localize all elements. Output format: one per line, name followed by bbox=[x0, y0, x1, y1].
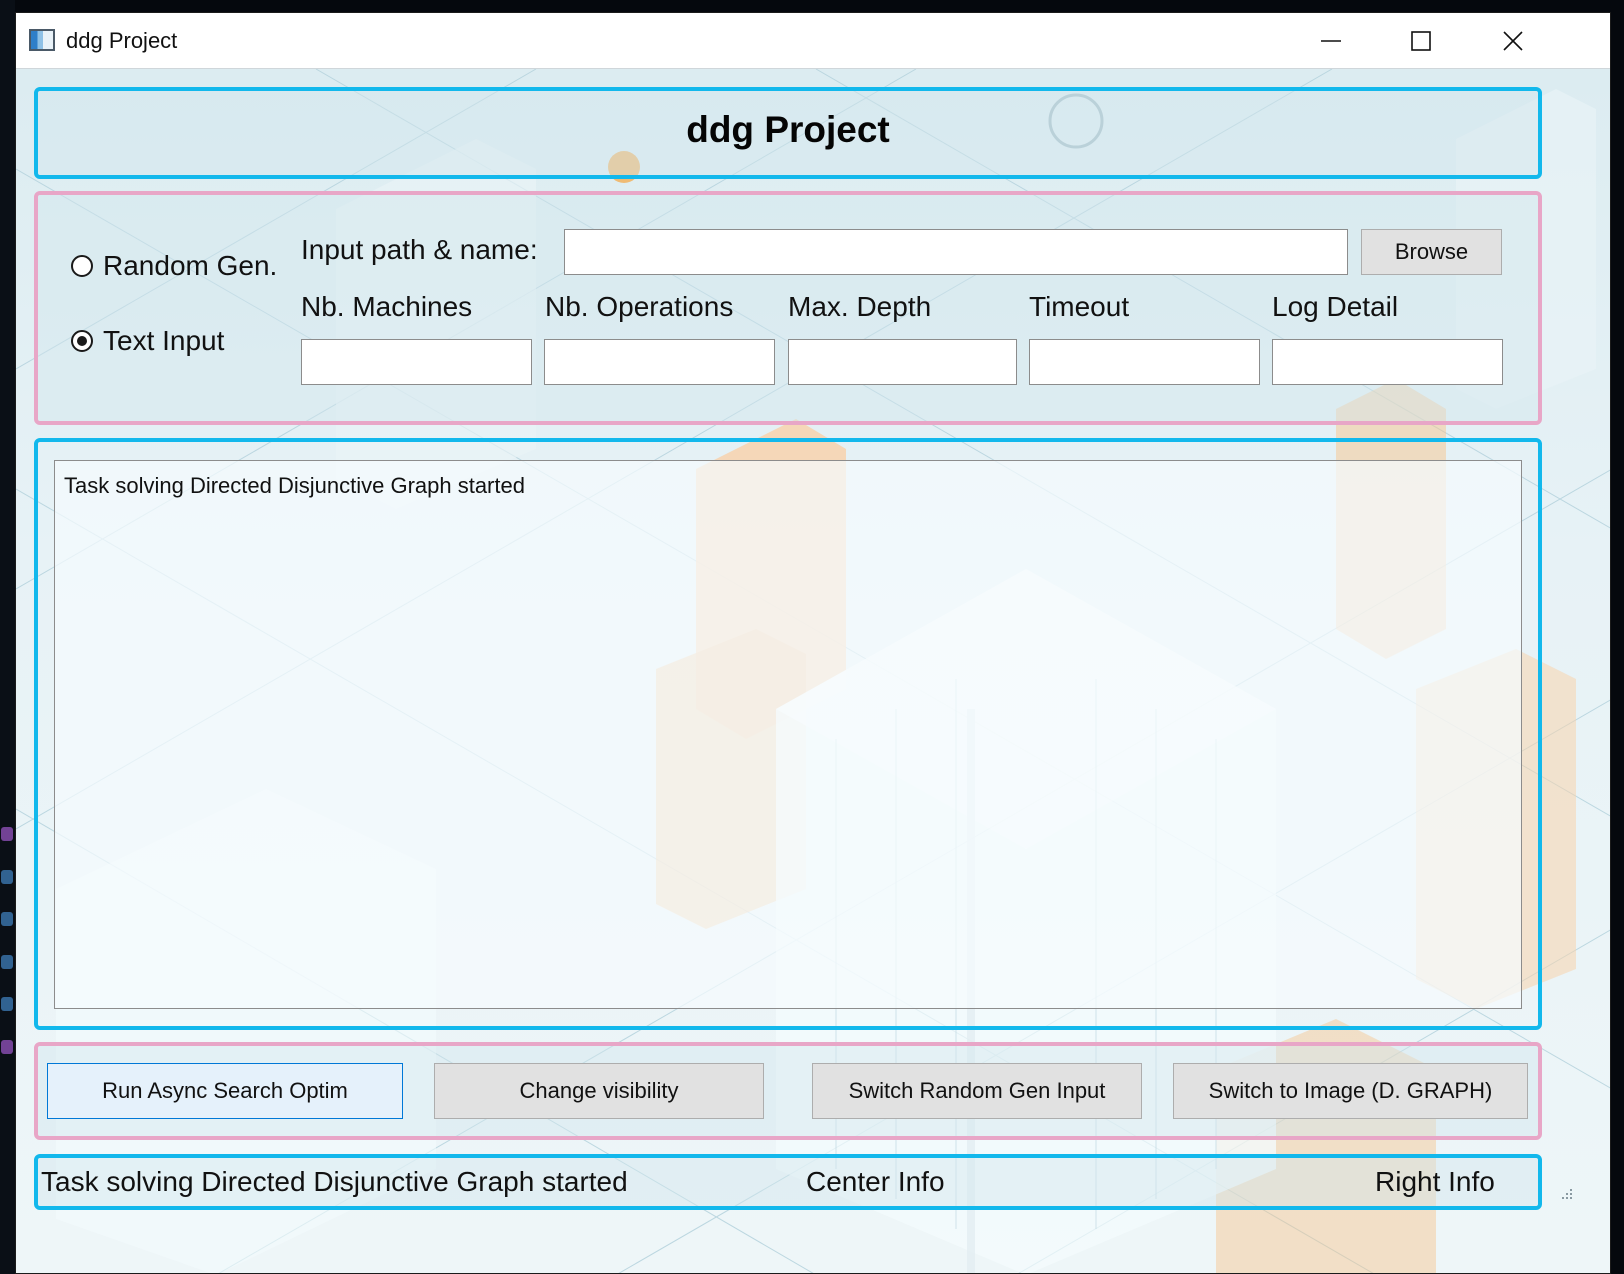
change-visibility-button[interactable]: Change visibility bbox=[434, 1063, 764, 1119]
status-center-text: Center Info bbox=[806, 1166, 945, 1197]
nb-machines-field[interactable] bbox=[301, 339, 532, 385]
radio-label: Text Input bbox=[103, 325, 225, 356]
log-detail-field[interactable] bbox=[1272, 339, 1503, 385]
run-async-search-button[interactable]: Run Async Search Optim bbox=[47, 1063, 403, 1119]
max-depth-field[interactable] bbox=[788, 339, 1017, 385]
browse-button[interactable]: Browse bbox=[1361, 229, 1502, 275]
app-window: ddg Project ddg Project Random Gen. Text… bbox=[15, 12, 1611, 1274]
page-title: ddg Project bbox=[686, 109, 890, 150]
nb-machines-label: Nb. Machines bbox=[301, 291, 473, 322]
desktop-background-strip bbox=[0, 0, 15, 1274]
switch-random-gen-input-button[interactable]: Switch Random Gen Input bbox=[812, 1063, 1142, 1119]
client-area: ddg Project Random Gen. Text Input Input… bbox=[16, 69, 1610, 1273]
status-right-text: Right Info bbox=[1375, 1166, 1495, 1197]
close-button[interactable] bbox=[1468, 13, 1558, 69]
python-icon bbox=[1, 997, 13, 1011]
image-icon bbox=[1, 1040, 13, 1054]
input-path-field[interactable] bbox=[564, 229, 1348, 275]
close-icon bbox=[1503, 31, 1523, 51]
header-panel: ddg Project bbox=[34, 87, 1542, 179]
log-output-textarea[interactable]: Task solving Directed Disjunctive Graph … bbox=[54, 460, 1522, 1009]
status-left-text: Task solving Directed Disjunctive Graph … bbox=[41, 1166, 628, 1197]
app-icon bbox=[29, 29, 55, 51]
python-icon bbox=[1, 912, 13, 926]
window-title: ddg Project bbox=[66, 28, 178, 53]
python-icon bbox=[1, 955, 13, 969]
python-icon bbox=[1, 870, 13, 884]
image-icon bbox=[1, 827, 13, 841]
random-gen-radio[interactable]: Random Gen. bbox=[71, 250, 277, 282]
minimize-button[interactable] bbox=[1286, 13, 1376, 69]
switch-to-image-button[interactable]: Switch to Image (D. GRAPH) bbox=[1173, 1063, 1528, 1119]
nb-operations-label: Nb. Operations bbox=[545, 291, 734, 322]
radio-label: Random Gen. bbox=[103, 250, 278, 281]
nb-operations-field[interactable] bbox=[544, 339, 775, 385]
radio-indicator-selected bbox=[71, 330, 93, 352]
timeout-field[interactable] bbox=[1029, 339, 1260, 385]
timeout-label: Timeout bbox=[1029, 291, 1130, 322]
maximize-icon bbox=[1411, 31, 1431, 51]
minimize-icon bbox=[1321, 40, 1341, 42]
resize-grip-icon[interactable] bbox=[1560, 1187, 1574, 1201]
radio-indicator bbox=[71, 255, 93, 277]
maximize-button[interactable] bbox=[1376, 13, 1466, 69]
input-path-label: Input path & name: bbox=[301, 234, 538, 265]
text-input-radio[interactable]: Text Input bbox=[71, 325, 224, 357]
log-detail-label: Log Detail bbox=[1272, 291, 1399, 322]
max-depth-label: Max. Depth bbox=[788, 291, 932, 322]
title-bar[interactable]: ddg Project bbox=[16, 13, 1610, 69]
